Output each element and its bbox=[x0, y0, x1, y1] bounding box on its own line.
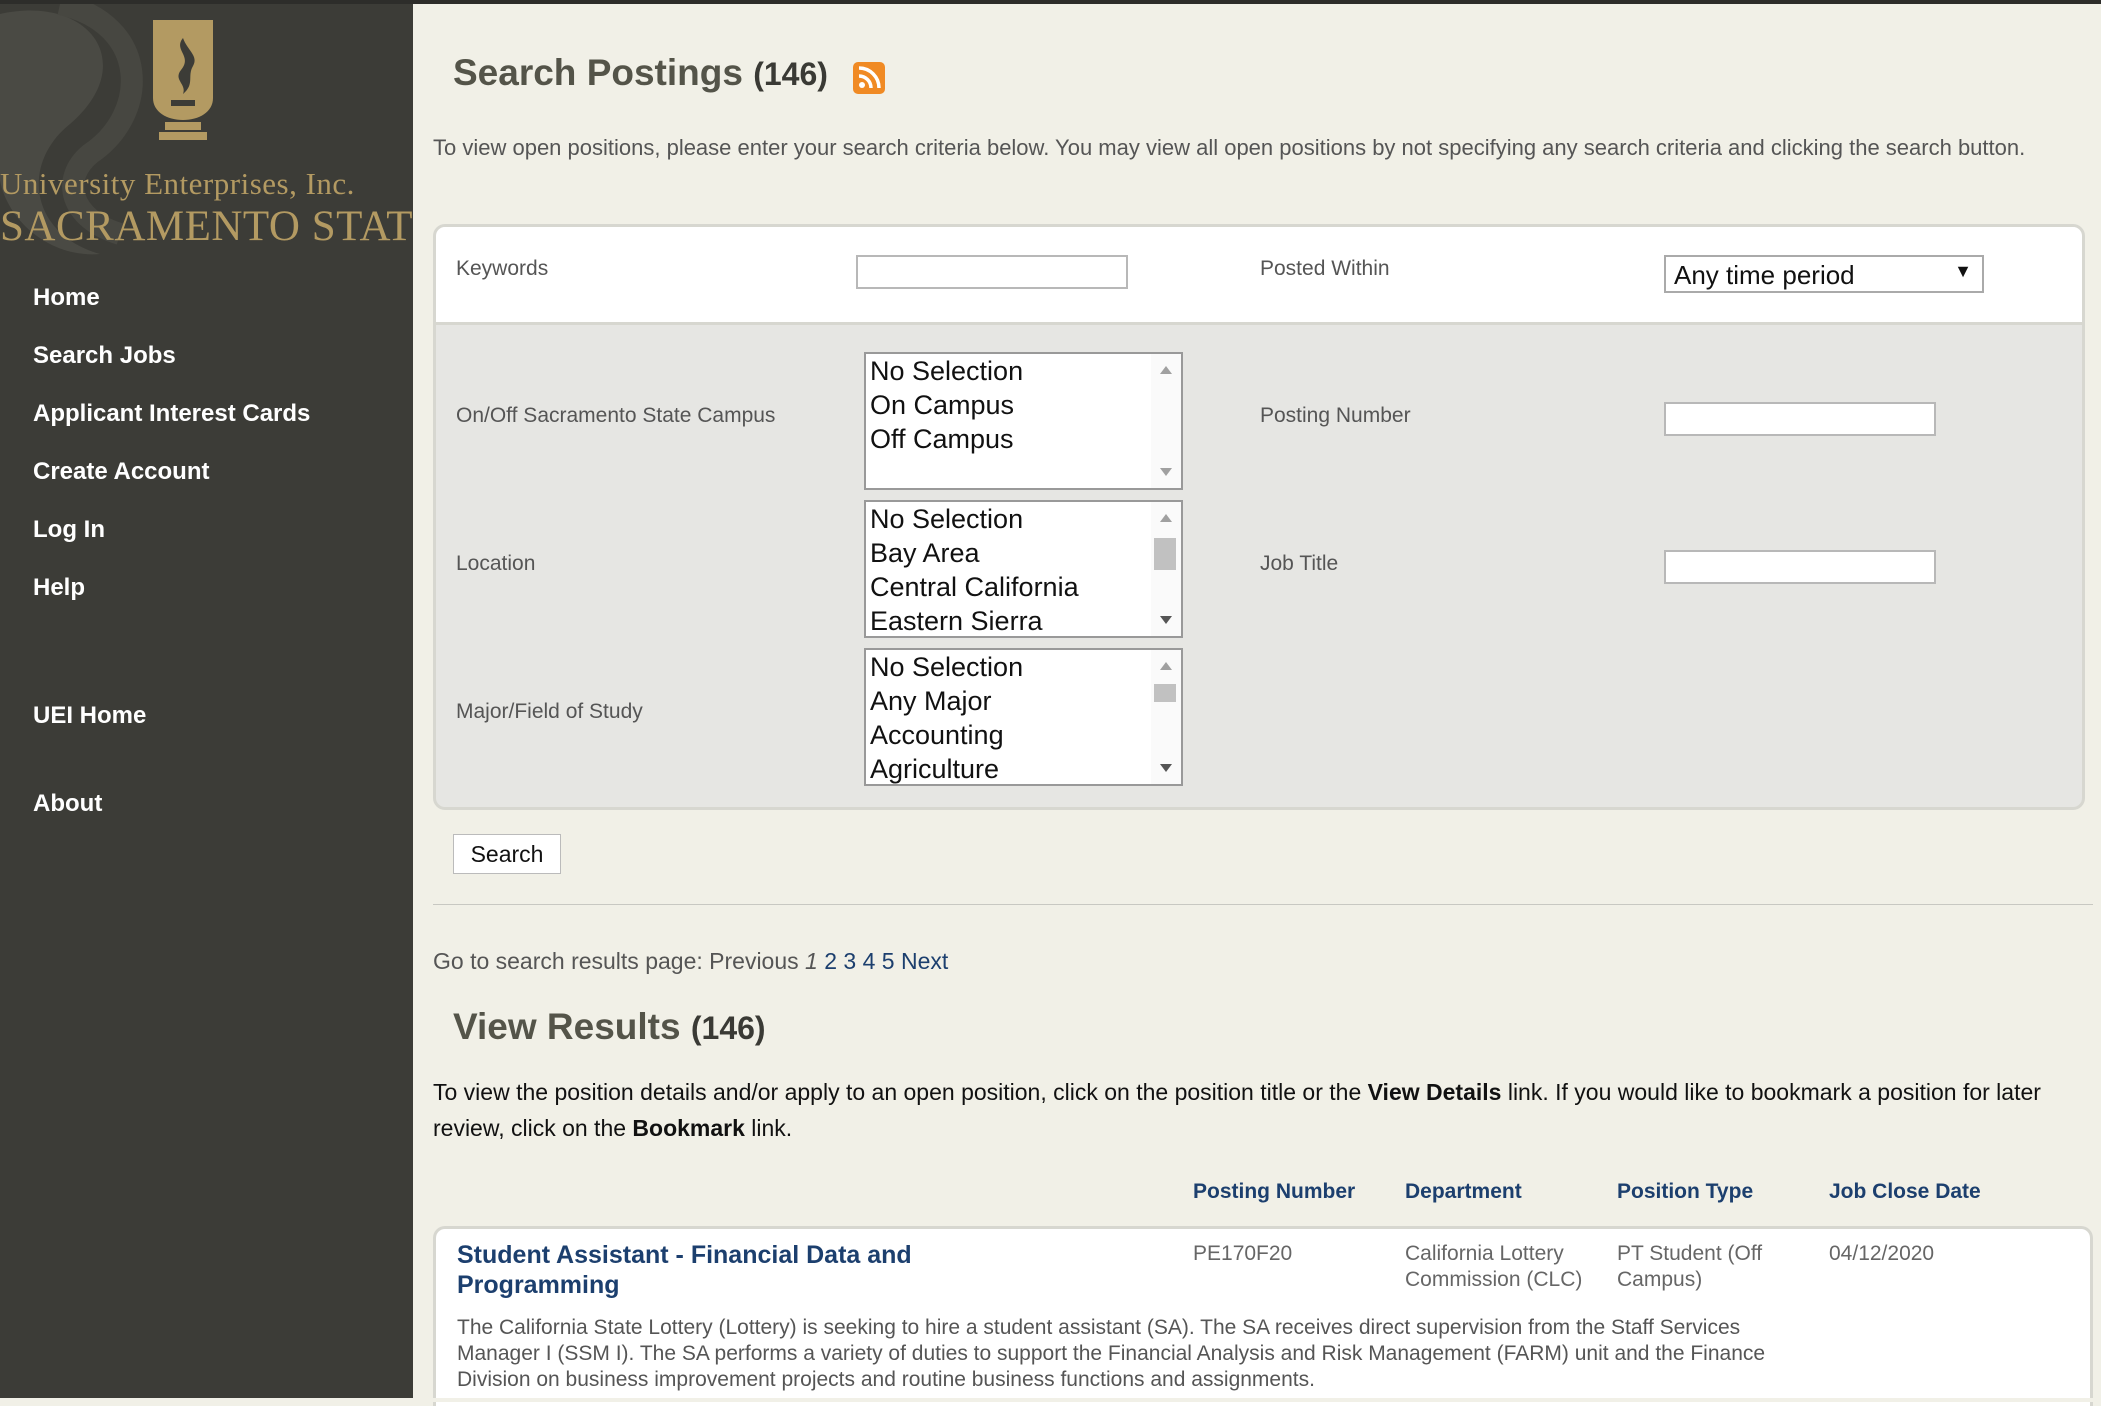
job-department: California Lottery Commission (CLC) bbox=[1405, 1242, 1583, 1291]
major-label: Major/Field of Study bbox=[456, 700, 643, 723]
results-title: View Results bbox=[453, 1006, 681, 1047]
job-description: The California State Lottery (Lottery) i… bbox=[457, 1316, 1766, 1391]
pagination-page-link[interactable]: 5 bbox=[882, 948, 895, 974]
major-option[interactable]: Accounting bbox=[870, 718, 1004, 752]
location-listbox[interactable]: No Selection Bay Area Central California… bbox=[864, 500, 1183, 638]
job-title-label: Job Title bbox=[1260, 552, 1339, 575]
results-count: (146) bbox=[690, 1010, 766, 1046]
campus-listbox[interactable]: No Selection On Campus Off Campus bbox=[864, 352, 1183, 490]
results-intro-text: link. bbox=[744, 1115, 793, 1141]
campus-listbox-scrollbar[interactable] bbox=[1151, 354, 1181, 488]
job-position-type: PT Student (Off Campus) bbox=[1617, 1242, 1763, 1291]
results-intro-text: To view the position details and/or appl… bbox=[433, 1079, 1368, 1105]
job-title-input[interactable] bbox=[1664, 550, 1936, 584]
location-option[interactable]: No Selection bbox=[870, 502, 1023, 536]
nav-applicant-interest-cards[interactable]: Applicant Interest Cards bbox=[33, 400, 310, 428]
search-postings-title: Search Postings bbox=[453, 52, 743, 93]
window-bottom-edge bbox=[0, 1398, 2101, 1402]
results-instructions: To view the position details and/or appl… bbox=[433, 1074, 2083, 1146]
rss-feed-button[interactable] bbox=[853, 62, 885, 94]
pagination-next[interactable]: Next bbox=[901, 948, 948, 974]
campus-option[interactable]: On Campus bbox=[870, 388, 1014, 422]
pagination-previous: Previous bbox=[709, 948, 799, 974]
posted-within-select[interactable]: Any time period ▼ bbox=[1664, 255, 1984, 293]
location-label: Location bbox=[456, 552, 536, 575]
search-button[interactable]: Search bbox=[453, 834, 561, 874]
university-torch-logo bbox=[153, 20, 213, 140]
keywords-input[interactable] bbox=[856, 255, 1128, 289]
posting-number-input[interactable] bbox=[1664, 402, 1936, 436]
scroll-up-arrow-icon[interactable] bbox=[1160, 662, 1172, 670]
job-listing-card: Student Assistant - Financial Data and P… bbox=[433, 1226, 2093, 1406]
rss-icon bbox=[858, 66, 881, 89]
scroll-down-arrow-icon[interactable] bbox=[1160, 616, 1172, 624]
sidebar: University Enterprises, Inc. SACRAMENTO … bbox=[0, 4, 413, 1398]
pagination: Go to search results page: Previous 1 2 … bbox=[433, 948, 948, 975]
nav-create-account[interactable]: Create Account bbox=[33, 458, 209, 486]
scroll-down-arrow-icon[interactable] bbox=[1160, 764, 1172, 772]
pagination-label: Go to search results page: bbox=[433, 948, 703, 974]
search-criteria-form: Keywords Posted Within Any time period ▼… bbox=[433, 224, 2085, 810]
column-header-posting-number[interactable]: Posting Number bbox=[1193, 1180, 1355, 1204]
page-title: Search Postings (146) bbox=[453, 52, 828, 94]
job-posting-number: PE170F20 bbox=[1193, 1242, 1293, 1265]
major-option[interactable]: No Selection bbox=[870, 650, 1023, 684]
nav-log-in[interactable]: Log In bbox=[33, 516, 105, 544]
nav-uei-home[interactable]: UEI Home bbox=[33, 702, 146, 730]
brand-campus-line: SACRAMENTO STATE bbox=[0, 203, 413, 250]
scroll-thumb[interactable] bbox=[1154, 538, 1176, 570]
location-option[interactable]: Bay Area bbox=[870, 536, 980, 570]
nav-home[interactable]: Home bbox=[33, 284, 100, 312]
major-option[interactable]: Any Major bbox=[870, 684, 992, 718]
column-header-position-type[interactable]: Position Type bbox=[1617, 1180, 1753, 1204]
search-postings-count: (146) bbox=[753, 56, 828, 92]
scroll-up-arrow-icon[interactable] bbox=[1160, 366, 1172, 374]
bookmark-term: Bookmark bbox=[632, 1115, 745, 1141]
scroll-thumb[interactable] bbox=[1154, 684, 1176, 702]
scroll-up-arrow-icon[interactable] bbox=[1160, 514, 1172, 522]
posted-within-value: Any time period bbox=[1674, 260, 1855, 290]
view-details-term: View Details bbox=[1367, 1079, 1502, 1105]
nav-help[interactable]: Help bbox=[33, 574, 85, 602]
brand-name-line: University Enterprises, Inc. bbox=[0, 166, 355, 201]
pagination-page-link[interactable]: 2 bbox=[824, 948, 837, 974]
nav-search-jobs[interactable]: Search Jobs bbox=[33, 342, 176, 370]
divider bbox=[433, 904, 2093, 905]
column-header-department[interactable]: Department bbox=[1405, 1180, 1522, 1204]
campus-label: On/Off Sacramento State Campus bbox=[456, 404, 776, 427]
search-instructions: To view open positions, please enter you… bbox=[433, 135, 2026, 160]
location-option[interactable]: Eastern Sierra bbox=[870, 604, 1043, 636]
scroll-down-arrow-icon[interactable] bbox=[1160, 468, 1172, 476]
results-heading: View Results (146) bbox=[453, 1006, 766, 1048]
location-option[interactable]: Central California bbox=[870, 570, 1079, 604]
major-listbox[interactable]: No Selection Any Major Accounting Agricu… bbox=[864, 648, 1183, 786]
main-content: Search Postings (146) To view open posit… bbox=[413, 4, 2101, 1406]
campus-option[interactable]: No Selection bbox=[870, 354, 1023, 388]
pagination-page-link[interactable]: 4 bbox=[863, 948, 876, 974]
job-close-date: 04/12/2020 bbox=[1829, 1242, 1935, 1265]
job-title-link[interactable]: Student Assistant - Financial Data and P… bbox=[457, 1240, 957, 1300]
keywords-label: Keywords bbox=[456, 257, 549, 280]
posted-within-label: Posted Within bbox=[1260, 257, 1390, 280]
nav-about[interactable]: About bbox=[33, 790, 102, 818]
location-listbox-scrollbar[interactable] bbox=[1151, 502, 1181, 636]
column-header-job-close-date[interactable]: Job Close Date bbox=[1829, 1180, 1981, 1204]
dropdown-arrow-icon: ▼ bbox=[1954, 261, 1972, 281]
pagination-current-page: 1 bbox=[805, 948, 818, 974]
major-listbox-scrollbar[interactable] bbox=[1151, 650, 1181, 784]
posting-number-label: Posting Number bbox=[1260, 404, 1411, 427]
pagination-page-link[interactable]: 3 bbox=[843, 948, 856, 974]
major-option[interactable]: Agriculture bbox=[870, 752, 999, 784]
campus-option[interactable]: Off Campus bbox=[870, 422, 1014, 456]
